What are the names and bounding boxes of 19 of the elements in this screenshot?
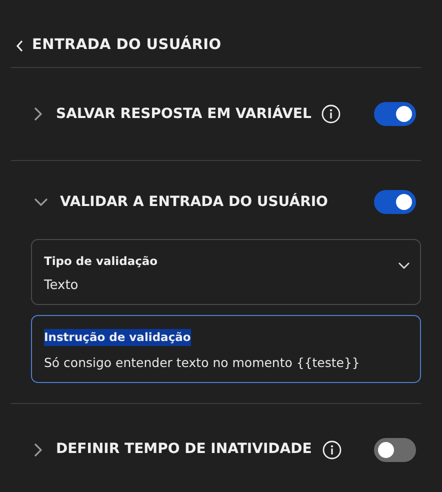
dropdown-select[interactable]: Tipo de validação Texto	[31, 239, 421, 304]
toggle-switch[interactable]	[374, 438, 416, 462]
info-icon[interactable]	[321, 104, 342, 124]
section-title: SALVAR RESPOSTA EM VARIÁVEL	[56, 104, 312, 124]
panel-title: ENTRADA DO USUÁRIO	[32, 34, 222, 55]
chevron-down-icon[interactable]	[34, 198, 48, 206]
toggle-switch[interactable]	[374, 190, 416, 214]
text-field[interactable]: Instrução de validação Só consigo entender texto no momento {{teste}}	[31, 314, 421, 382]
field-label: Instrução de validação	[44, 328, 191, 346]
chevron-right-icon[interactable]	[34, 442, 42, 456]
input-field[interactable]: Só consigo entender texto no momento {{teste}}	[44, 354, 408, 372]
chevron-right-icon[interactable]	[34, 107, 42, 121]
toggle-switch[interactable]	[374, 102, 416, 126]
section-title: DEFINIR TEMPO DE INATIVIDADE	[56, 440, 312, 459]
section-title: VALIDAR A ENTRADA DO USUÁRIO	[60, 192, 328, 212]
back-icon[interactable]	[16, 40, 24, 52]
info-icon[interactable]	[322, 440, 342, 460]
selected-value: Texto	[44, 277, 80, 295]
field-label: Tipo de validação	[44, 253, 158, 270]
